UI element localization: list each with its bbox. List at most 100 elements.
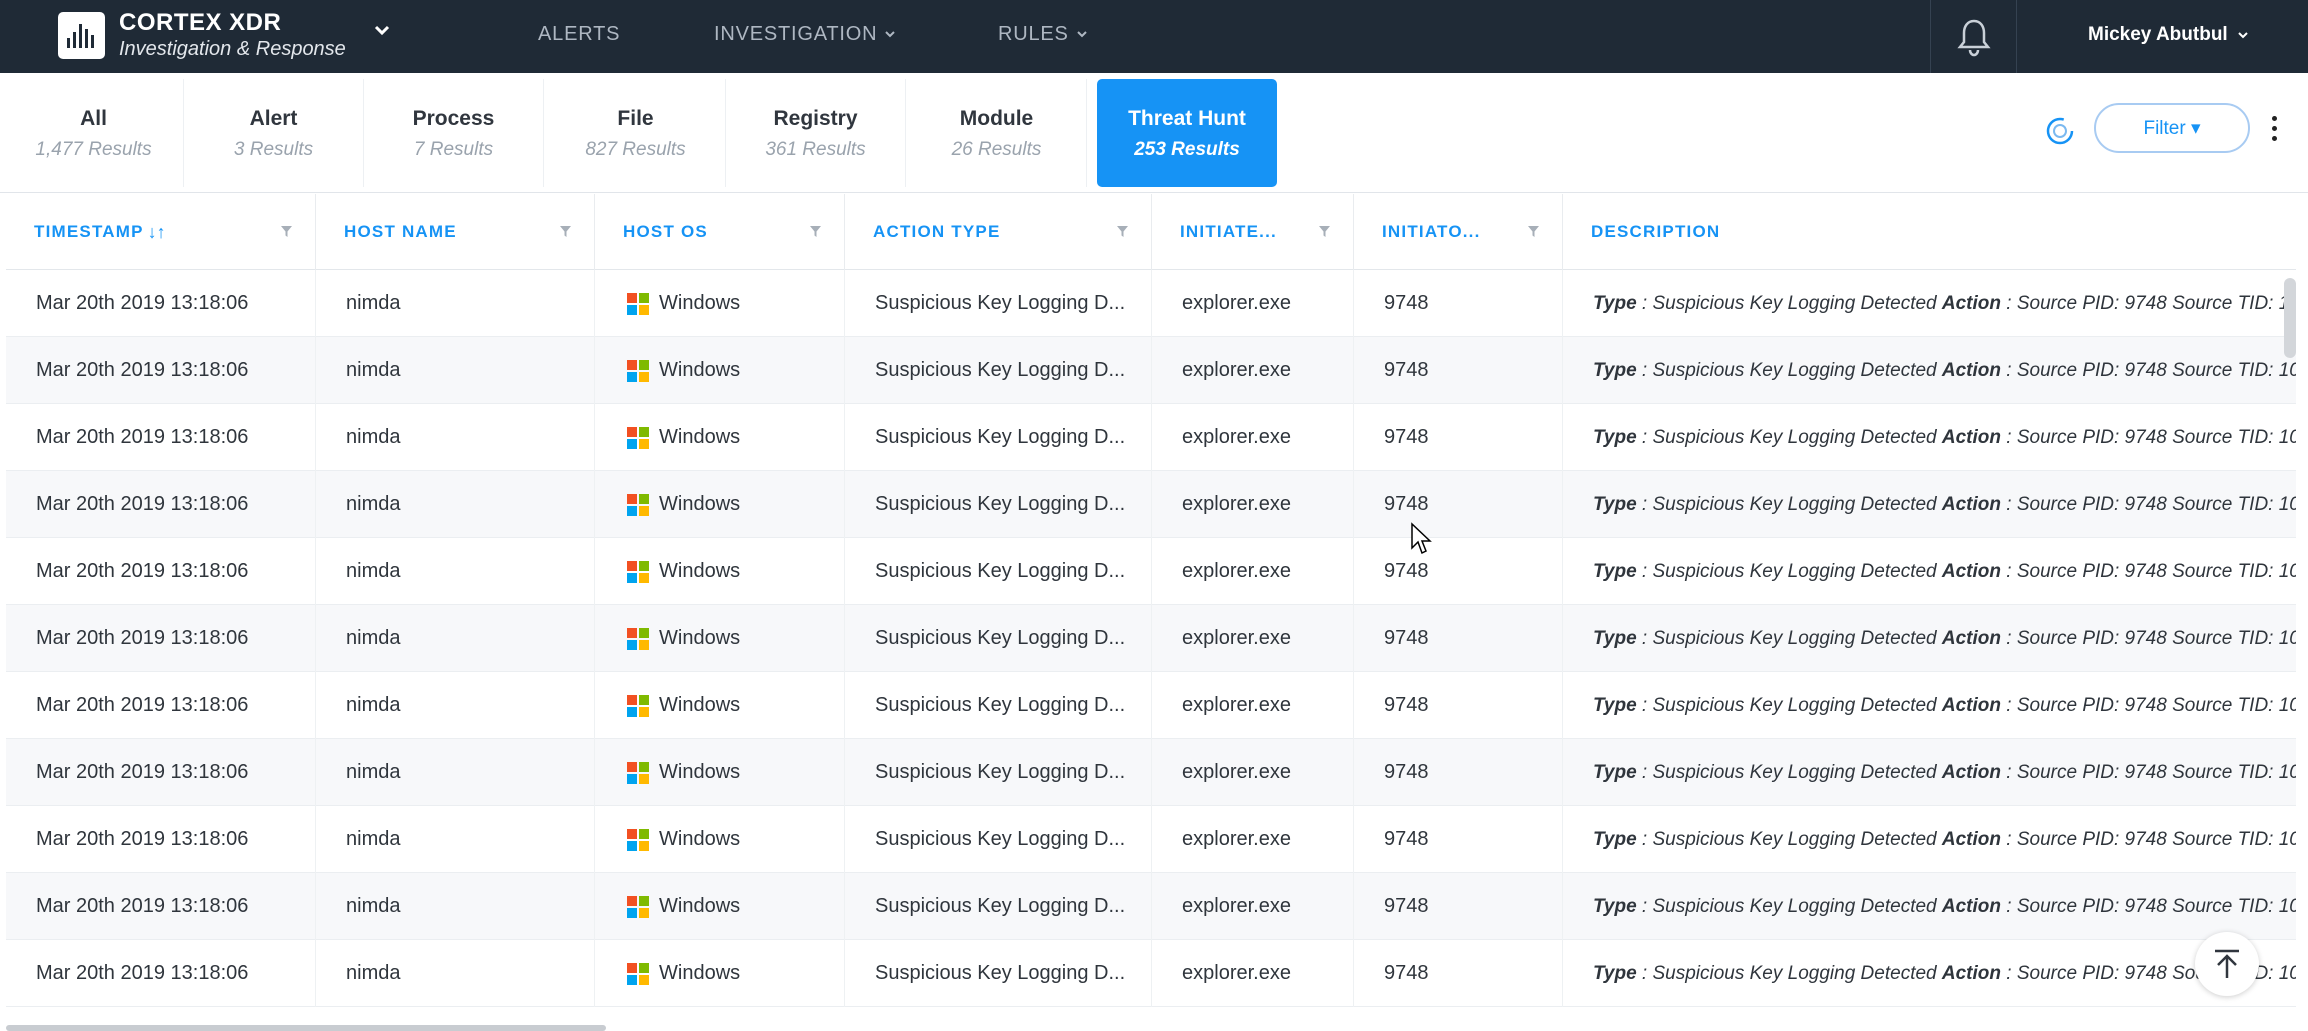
os-label: Windows xyxy=(659,560,741,582)
cell-timestamp: Mar 20th 2019 13:18:06 xyxy=(6,337,316,404)
description-type: : Suspicious Key Logging Detected xyxy=(1636,761,1942,783)
cell-host-os: Windows xyxy=(595,940,845,1007)
windows-logo-icon xyxy=(627,627,649,650)
tab-count: 1,477 Results xyxy=(35,139,152,160)
notifications-button[interactable] xyxy=(1930,0,2017,73)
cell-host-name-text: nimda xyxy=(346,761,401,783)
cell-initiator: explorer.exe xyxy=(1152,404,1354,471)
scroll-to-top-button[interactable] xyxy=(2195,932,2259,996)
cell-description: Type : Suspicious Key Logging Detected A… xyxy=(1563,538,2296,605)
table-row[interactable]: Mar 20th 2019 13:18:06 nimda Windows Suspic… xyxy=(6,739,2296,806)
cell-initiator-pid: 9748 xyxy=(1354,672,1563,739)
tab-label: Module xyxy=(959,107,1034,130)
cell-host-name-text: nimda xyxy=(346,895,401,917)
cell-initiator: explorer.exe xyxy=(1152,739,1354,806)
description-type: : Suspicious Key Logging Detected xyxy=(1636,694,1942,716)
cell-initiator-pid-text: 9748 xyxy=(1384,761,1429,783)
os-label: Windows xyxy=(659,895,741,917)
table-row[interactable]: Mar 20th 2019 13:18:06 nimda Windows Suspic… xyxy=(6,672,2296,739)
tab-file[interactable]: File 827 Results xyxy=(546,79,726,187)
cell-host-name: nimda xyxy=(316,806,595,873)
windows-logo-icon xyxy=(627,560,649,583)
filter-funnel-icon[interactable] xyxy=(1116,225,1129,238)
filter-funnel-icon[interactable] xyxy=(559,225,572,238)
nav-alerts-label: ALERTS xyxy=(538,22,621,45)
windows-logo-icon xyxy=(627,359,649,382)
chevron-down-icon xyxy=(1076,31,1087,38)
column-header-initiator[interactable]: INITIATE... xyxy=(1152,194,1354,270)
description-type-label: Type xyxy=(1593,627,1637,649)
filter-button[interactable]: Filter ▾ xyxy=(2094,103,2250,153)
cell-description: Type : Suspicious Key Logging Detected A… xyxy=(1563,940,2296,1007)
cell-action-type: Suspicious Key Logging D... xyxy=(845,337,1152,404)
cell-host-name: nimda xyxy=(316,471,595,538)
description-text: Type : Suspicious Key Logging Detected A… xyxy=(1593,829,2296,851)
cell-initiator-pid: 9748 xyxy=(1354,605,1563,672)
tab-label: Registry xyxy=(773,107,858,130)
description-type-label: Type xyxy=(1593,761,1637,783)
table-row[interactable]: Mar 20th 2019 13:18:06 nimda Windows Suspic… xyxy=(6,806,2296,873)
nav-rules[interactable]: RULES xyxy=(998,18,1089,50)
tab-all[interactable]: All 1,477 Results xyxy=(4,79,184,187)
os-label: Windows xyxy=(659,359,741,381)
cell-initiator-pid-text: 9748 xyxy=(1384,828,1429,850)
cell-host-os: Windows xyxy=(595,404,845,471)
refresh-icon[interactable] xyxy=(2040,111,2080,151)
cell-initiator: explorer.exe xyxy=(1152,471,1354,538)
cell-initiator-text: explorer.exe xyxy=(1182,493,1291,515)
filter-funnel-icon[interactable] xyxy=(809,225,822,238)
filter-funnel-icon[interactable] xyxy=(1318,225,1331,238)
table-row[interactable]: Mar 20th 2019 13:18:06 nimda Windows Suspic… xyxy=(6,873,2296,940)
table-row[interactable]: Mar 20th 2019 13:18:06 nimda Windows Suspic… xyxy=(6,940,2296,1007)
column-header-timestamp[interactable]: TIMESTAMP ↓↑ xyxy=(6,194,316,270)
column-header-action-type[interactable]: ACTION TYPE xyxy=(845,194,1152,270)
tab-threat-hunt[interactable]: Threat Hunt 253 Results xyxy=(1097,79,1277,187)
cell-host-name: nimda xyxy=(316,404,595,471)
brand[interactable]: CORTEX XDR Investigation & Response xyxy=(58,9,346,61)
description-action-label: Action xyxy=(1941,895,2001,917)
cell-host-name: nimda xyxy=(316,873,595,940)
chevron-down-icon[interactable] xyxy=(372,20,392,40)
more-vertical-icon[interactable] xyxy=(2264,112,2284,144)
filter-funnel-icon[interactable] xyxy=(1527,225,1540,238)
cell-host-os: Windows xyxy=(595,337,845,404)
cell-timestamp-text: Mar 20th 2019 13:18:06 xyxy=(36,493,249,515)
cell-initiator-text: explorer.exe xyxy=(1182,627,1291,649)
table-row[interactable]: Mar 20th 2019 13:18:06 nimda Windows Suspic… xyxy=(6,404,2296,471)
filter-funnel-icon[interactable] xyxy=(280,225,293,238)
nav-investigation[interactable]: INVESTIGATION xyxy=(714,18,897,50)
cell-host-name-text: nimda xyxy=(346,359,401,381)
cell-timestamp: Mar 20th 2019 13:18:06 xyxy=(6,605,316,672)
horizontal-scrollbar[interactable] xyxy=(6,1025,606,1031)
windows-logo-icon xyxy=(627,493,649,516)
cell-initiator-text: explorer.exe xyxy=(1182,694,1291,716)
table-row[interactable]: Mar 20th 2019 13:18:06 nimda Windows Suspic… xyxy=(6,605,2296,672)
cell-initiator-text: explorer.exe xyxy=(1182,962,1291,984)
tab-process[interactable]: Process 7 Results xyxy=(364,79,544,187)
cell-initiator: explorer.exe xyxy=(1152,806,1354,873)
column-header-host-name[interactable]: HOST NAME xyxy=(316,194,595,270)
cell-host-name-text: nimda xyxy=(346,426,401,448)
column-header-host-os[interactable]: HOST OS xyxy=(595,194,845,270)
user-menu[interactable]: Mickey Abutbul xyxy=(2088,20,2250,50)
nav-alerts[interactable]: ALERTS xyxy=(538,18,620,50)
cell-initiator-pid-text: 9748 xyxy=(1384,292,1429,314)
os-label: Windows xyxy=(659,828,741,850)
cell-action-type-text: Suspicious Key Logging D... xyxy=(875,359,1126,381)
tab-registry[interactable]: Registry 361 Results xyxy=(726,79,906,187)
table-row[interactable]: Mar 20th 2019 13:18:06 nimda Windows Suspic… xyxy=(6,471,2296,538)
cell-action-type-text: Suspicious Key Logging D... xyxy=(875,895,1126,917)
table-row[interactable]: Mar 20th 2019 13:18:06 nimda Windows Suspic… xyxy=(6,337,2296,404)
column-header-description[interactable]: DESCRIPTION xyxy=(1563,194,2296,270)
vertical-scrollbar[interactable] xyxy=(2284,278,2296,358)
tab-module[interactable]: Module 26 Results xyxy=(907,79,1087,187)
table-row[interactable]: Mar 20th 2019 13:18:06 nimda Windows Suspic… xyxy=(6,538,2296,605)
sort-icon[interactable]: ↓↑ xyxy=(148,222,166,243)
table-row[interactable]: Mar 20th 2019 13:18:06 nimda Windows Suspic… xyxy=(6,270,2296,337)
cell-host-name-text: nimda xyxy=(346,962,401,984)
result-type-tabs: All 1,477 Results Alert 3 Results Proces… xyxy=(0,73,2308,193)
cell-initiator-text: explorer.exe xyxy=(1182,359,1291,381)
cell-description: Type : Suspicious Key Logging Detected A… xyxy=(1563,605,2296,672)
column-header-initiator-pid[interactable]: INITIATO... xyxy=(1354,194,1563,270)
tab-alert[interactable]: Alert 3 Results xyxy=(184,79,364,187)
